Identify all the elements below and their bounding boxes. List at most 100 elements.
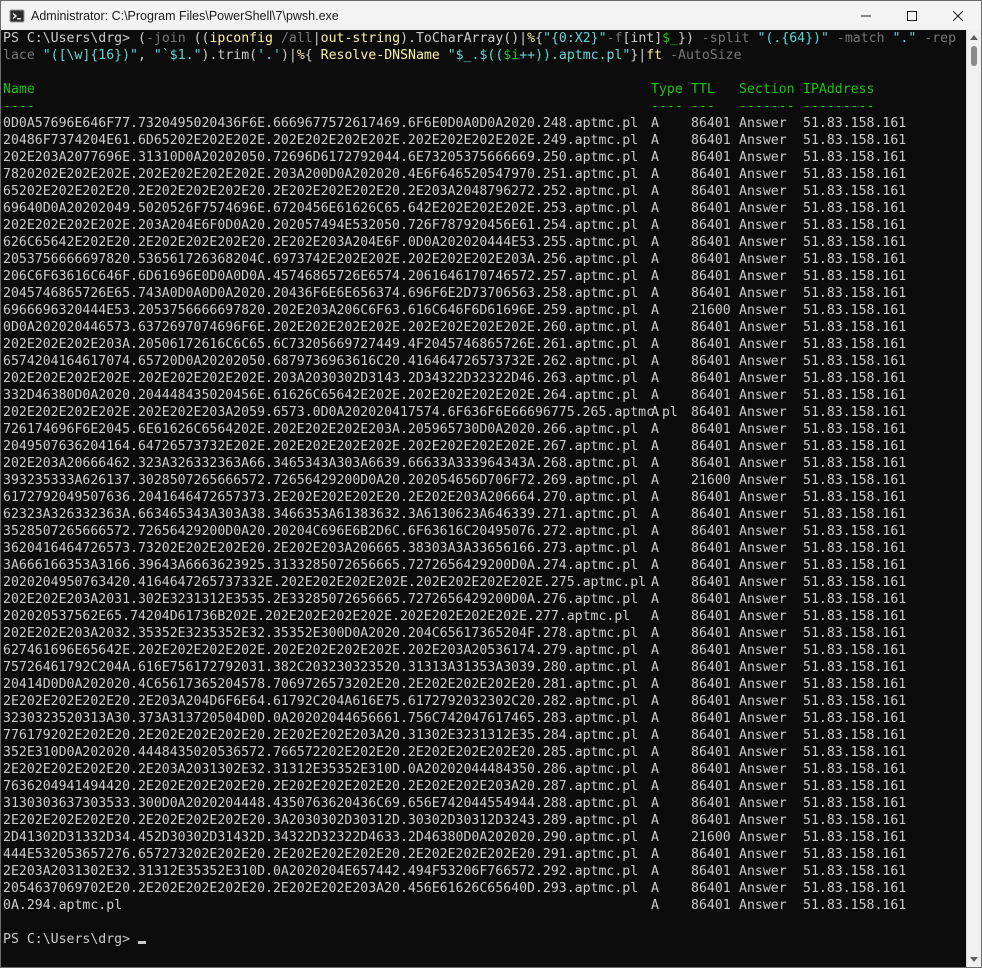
- vertical-scrollbar[interactable]: [966, 30, 981, 967]
- window-title: Administrator: C:\Program Files\PowerShe…: [31, 8, 339, 23]
- column-underline: ----: [3, 99, 35, 114]
- table-cell: Answer: [739, 371, 787, 386]
- table-cell: 2049507636204164.64726573732E202E.202E20…: [3, 439, 639, 454]
- column-underline: ---------: [803, 99, 875, 114]
- table-cell: 51.83.158.161: [803, 728, 907, 743]
- table-row: 0D0A202020446573.6372697074696F6E.202E20…: [3, 319, 963, 336]
- table-cell: A: [651, 235, 659, 250]
- column-header: IPAddress: [803, 82, 875, 97]
- table-cell: 776179202E202E20.2E202E202E202E20.2E202E…: [3, 728, 639, 743]
- table-row: 75726461792C204A.616E756172792031.382C20…: [3, 659, 963, 676]
- table-cell: Answer: [739, 609, 787, 624]
- command-token: %: [527, 31, 536, 46]
- table-cell: 202E203A20666462.323A326332363A66.346534…: [3, 456, 639, 471]
- table-row: 7636204941494420.2E202E202E202E20.2E202E…: [3, 778, 963, 795]
- title-bar[interactable]: Administrator: C:\Program Files\PowerShe…: [1, 1, 981, 30]
- table-cell: 20486F7374204E61.6D65202E202E202E.202E20…: [3, 133, 639, 148]
- table-cell: Answer: [739, 405, 787, 420]
- table-cell: A: [651, 558, 659, 573]
- table-cell: 86401: [691, 592, 731, 607]
- table-cell: 51.83.158.161: [803, 626, 907, 641]
- table-cell: A: [651, 694, 659, 709]
- close-button[interactable]: [935, 1, 981, 30]
- table-cell: 444E532053657276.657273202E202E20.2E202E…: [3, 847, 639, 862]
- minimize-button[interactable]: [843, 1, 889, 30]
- scroll-up-icon[interactable]: [970, 35, 978, 40]
- table-cell: 0D0A202020446573.6372697074696F6E.202E20…: [3, 320, 639, 335]
- table-cell: 86401: [691, 371, 731, 386]
- command-token: -join: [145, 31, 186, 46]
- table-cell: 86401: [691, 558, 731, 573]
- table-cell: A: [651, 745, 659, 760]
- table-cell: 86401: [691, 728, 731, 743]
- table-cell: Answer: [739, 524, 787, 539]
- table-cell: 86401: [691, 439, 731, 454]
- scroll-thumb[interactable]: [971, 46, 977, 66]
- command-token: $i: [503, 48, 520, 63]
- scroll-down-icon[interactable]: [970, 957, 978, 962]
- table-cell: 86401: [691, 133, 731, 148]
- table-cell: 51.83.158.161: [803, 864, 907, 879]
- minimize-icon: [861, 15, 871, 16]
- table-cell: 86401: [691, 881, 731, 896]
- table-row: 3620416464726573.73202E202E202E20.2E202E…: [3, 540, 963, 557]
- table-cell: Answer: [739, 643, 787, 658]
- table-cell: 202E202E202E202E.202E202E203A2059.6573.0…: [3, 405, 678, 420]
- table-cell: Answer: [739, 116, 787, 131]
- table-cell: 62323A326332363A.663465343A303A38.346635…: [3, 507, 639, 522]
- close-icon: [953, 10, 963, 21]
- command-token: '.': [257, 48, 281, 63]
- command-token: out-string: [320, 31, 401, 46]
- table-row: 393235333A626137.3028507265666572.726564…: [3, 472, 963, 489]
- table-cell: 86401: [691, 405, 731, 420]
- command-token: [35, 48, 43, 63]
- table-cell: 51.83.158.161: [803, 881, 907, 896]
- table-cell: A: [651, 320, 659, 335]
- table-cell: 86401: [691, 218, 731, 233]
- table-cell: 2E202E202E202E20.2E202E202E202E20.3A2030…: [3, 813, 639, 828]
- table-cell: 51.83.158.161: [803, 558, 907, 573]
- table-cell: A: [651, 218, 659, 233]
- table-row: 7820202E202E202E.202E202E202E202E.203A20…: [3, 166, 963, 183]
- terminal-window: Administrator: C:\Program Files\PowerShe…: [0, 0, 982, 968]
- table-cell: 2045746865726E65.743A0D0A0D0A2020.20436F…: [3, 286, 639, 301]
- table-row: 20486F7374204E61.6D65202E202E202E.202E20…: [3, 132, 963, 149]
- table-cell: 21600: [691, 303, 731, 318]
- command-token: lace: [3, 48, 35, 63]
- table-cell: 51.83.158.161: [803, 711, 907, 726]
- command-token: -f: [606, 31, 623, 46]
- table-cell: 86401: [691, 643, 731, 658]
- command-token: }): [678, 31, 702, 46]
- table-cell: 352E310D0A202020.4448435020536572.766572…: [3, 745, 639, 760]
- table-cell: Answer: [739, 303, 787, 318]
- table-cell: Answer: [739, 388, 787, 403]
- command-token: %: [296, 48, 305, 63]
- table-cell: 202E202E202E202E.202E202E202E202E.203A20…: [3, 371, 639, 386]
- table-cell: Answer: [739, 337, 787, 352]
- table-cell: Answer: [739, 235, 787, 250]
- table-row: 2E202E202E202E20.2E202E202E202E20.3A2030…: [3, 812, 963, 829]
- table-cell: Answer: [739, 694, 787, 709]
- table-row: 332D46380D0A2020.204448435020456E.61626C…: [3, 387, 963, 404]
- window-controls: [843, 1, 981, 30]
- table-cell: 51.83.158.161: [803, 371, 907, 386]
- table-cell: Answer: [739, 133, 787, 148]
- maximize-button[interactable]: [889, 1, 935, 30]
- table-cell: 3230323520313A30.373A313720504D0D.0A2020…: [3, 711, 639, 726]
- table-cell: A: [651, 371, 659, 386]
- table-cell: A: [651, 847, 659, 862]
- table-cell: A: [651, 796, 659, 811]
- table-cell: A: [651, 864, 659, 879]
- table-cell: 86401: [691, 337, 731, 352]
- table-header-row: Name Type TTL Section IPAddress: [3, 81, 963, 98]
- table-cell: 51.83.158.161: [803, 541, 907, 556]
- table-cell: 51.83.158.161: [803, 252, 907, 267]
- column-underline: ---: [691, 99, 715, 114]
- console-output[interactable]: PS C:\Users\drg> (-join ((ipconfig /all|…: [1, 30, 968, 967]
- table-row: 3230323520313A30.373A313720504D0D.0A2020…: [3, 710, 963, 727]
- table-cell: 51.83.158.161: [803, 660, 907, 675]
- table-cell: 51.83.158.161: [803, 847, 907, 862]
- table-cell: 51.83.158.161: [803, 269, 907, 284]
- table-row: 0A.294.aptmc.pl A 86401 Answer 51.83.158.161: [3, 897, 963, 914]
- table-cell: Answer: [739, 796, 787, 811]
